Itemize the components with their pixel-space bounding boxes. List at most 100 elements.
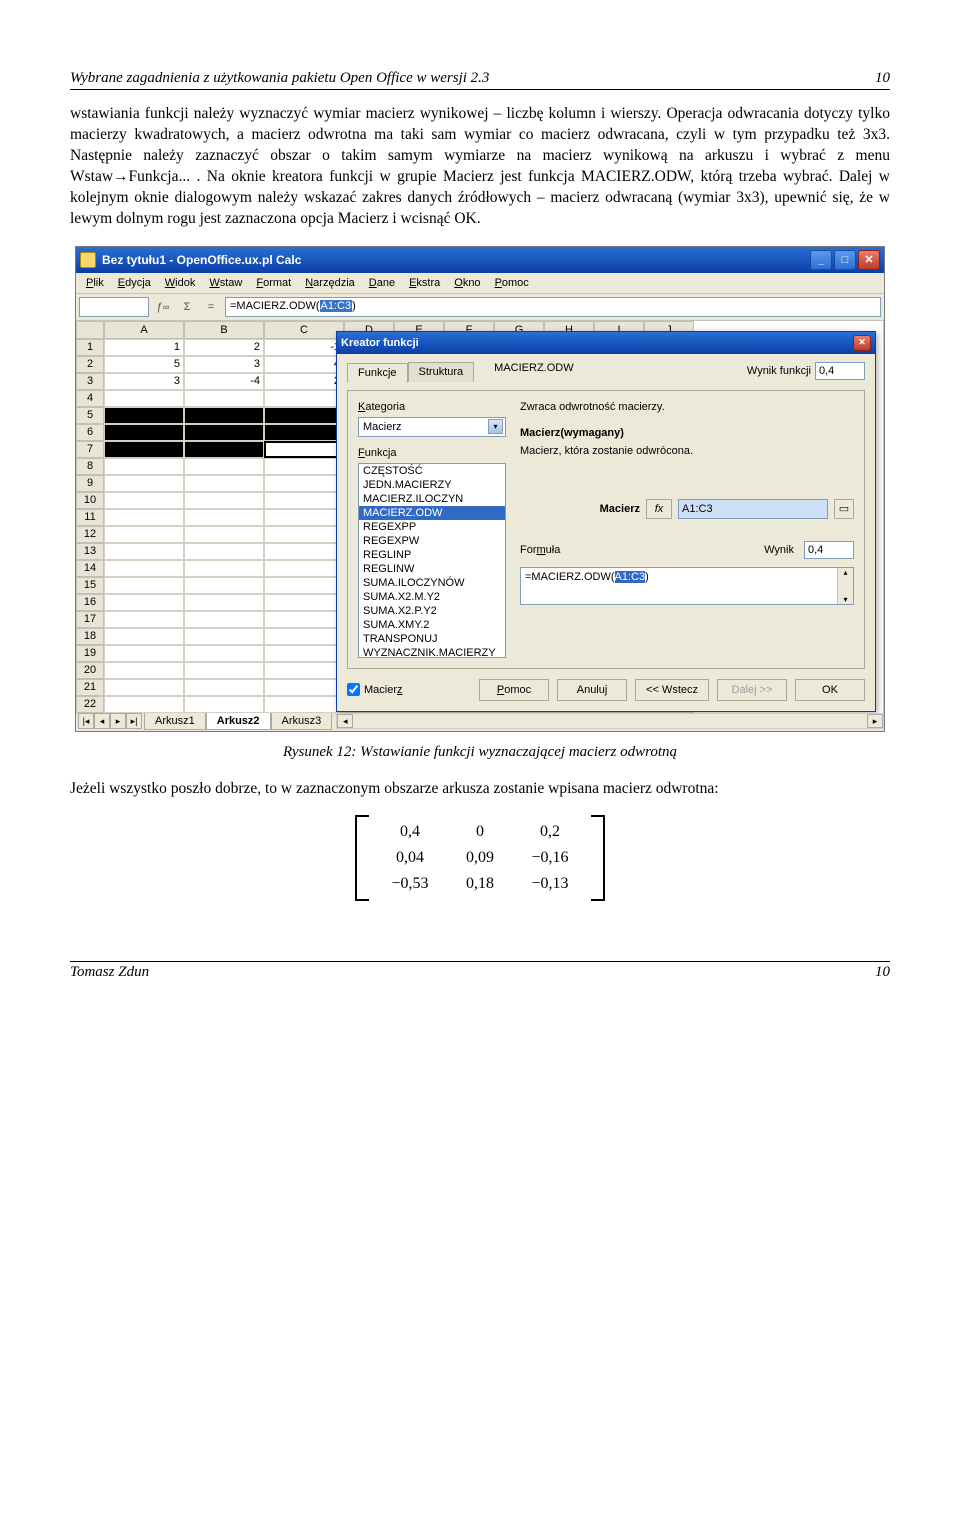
- row-header[interactable]: 7: [76, 441, 104, 458]
- cell[interactable]: [104, 577, 184, 594]
- menu-wstaw[interactable]: Wstaw: [203, 275, 248, 291]
- cell[interactable]: [184, 662, 264, 679]
- formula-box[interactable]: =MACIERZ.ODW(A1:C3) ▴▾: [520, 567, 854, 605]
- cell[interactable]: [264, 662, 344, 679]
- name-box[interactable]: [79, 297, 149, 317]
- menu-narzędzia[interactable]: Narzędzia: [299, 275, 361, 291]
- cell[interactable]: -1: [264, 339, 344, 356]
- function-list-item[interactable]: SUMA.X2.M.Y2: [359, 590, 505, 604]
- row-header[interactable]: 6: [76, 424, 104, 441]
- cell[interactable]: [264, 390, 344, 407]
- param-input[interactable]: [678, 499, 828, 519]
- cell[interactable]: [184, 594, 264, 611]
- function-list-item[interactable]: TRANSPONUJ: [359, 632, 505, 646]
- function-list-item[interactable]: JEDN.MACIERZY: [359, 478, 505, 492]
- cell[interactable]: [104, 475, 184, 492]
- row-header[interactable]: 12: [76, 526, 104, 543]
- row-header[interactable]: 8: [76, 458, 104, 475]
- row-header[interactable]: 2: [76, 356, 104, 373]
- cell[interactable]: [104, 424, 184, 441]
- cell[interactable]: [104, 543, 184, 560]
- maximize-button[interactable]: □: [834, 250, 856, 270]
- category-select[interactable]: Macierz ▾: [358, 417, 506, 437]
- column-header[interactable]: C: [264, 321, 344, 339]
- menu-edycja[interactable]: Edycja: [112, 275, 157, 291]
- menu-okno[interactable]: Okno: [448, 275, 486, 291]
- row-header[interactable]: 15: [76, 577, 104, 594]
- cell[interactable]: [104, 662, 184, 679]
- function-list-item[interactable]: SUMA.ILOCZYNÓW: [359, 576, 505, 590]
- cell[interactable]: [184, 492, 264, 509]
- titlebar[interactable]: Bez tytułu1 - OpenOffice.ux.pl Calc _ □ …: [76, 247, 884, 273]
- row-header[interactable]: 13: [76, 543, 104, 560]
- cell[interactable]: [104, 594, 184, 611]
- cell[interactable]: [184, 679, 264, 696]
- cell[interactable]: [264, 611, 344, 628]
- cell[interactable]: [184, 628, 264, 645]
- cell[interactable]: [184, 696, 264, 713]
- column-header[interactable]: A: [104, 321, 184, 339]
- tab-structure[interactable]: Struktura: [408, 362, 475, 382]
- tab-next-button[interactable]: ▸: [110, 713, 126, 729]
- menu-ekstra[interactable]: Ekstra: [403, 275, 446, 291]
- cell[interactable]: [264, 492, 344, 509]
- cell[interactable]: [264, 696, 344, 713]
- row-header[interactable]: 16: [76, 594, 104, 611]
- cell[interactable]: [184, 509, 264, 526]
- cell[interactable]: [264, 560, 344, 577]
- sheet-tab[interactable]: Arkusz2: [206, 712, 271, 730]
- cell[interactable]: 3: [104, 373, 184, 390]
- cell[interactable]: [104, 492, 184, 509]
- cell[interactable]: [184, 475, 264, 492]
- row-header[interactable]: 1: [76, 339, 104, 356]
- cell[interactable]: [104, 611, 184, 628]
- equals-icon[interactable]: =: [201, 297, 221, 317]
- menu-format[interactable]: Format: [250, 275, 297, 291]
- row-header[interactable]: 21: [76, 679, 104, 696]
- function-list-item[interactable]: REGEXPP: [359, 520, 505, 534]
- function-list-item[interactable]: REGEXPW: [359, 534, 505, 548]
- row-header[interactable]: 22: [76, 696, 104, 713]
- cell[interactable]: [184, 577, 264, 594]
- cell[interactable]: 5: [104, 356, 184, 373]
- matrix-checkbox[interactable]: Macierz: [347, 683, 403, 696]
- row-header[interactable]: 19: [76, 645, 104, 662]
- cell[interactable]: [104, 441, 184, 458]
- cell[interactable]: [184, 390, 264, 407]
- cell[interactable]: 4: [264, 356, 344, 373]
- row-header[interactable]: 17: [76, 611, 104, 628]
- scrollbar[interactable]: ▴▾: [837, 568, 853, 604]
- cancel-button[interactable]: Anuluj: [557, 679, 627, 701]
- formula-input[interactable]: =MACIERZ.ODW(A1:C3): [225, 297, 881, 317]
- back-button[interactable]: << Wstecz: [635, 679, 709, 701]
- close-button[interactable]: ✕: [858, 250, 880, 270]
- sheet-tab[interactable]: Arkusz3: [271, 712, 333, 730]
- cell[interactable]: [104, 696, 184, 713]
- cell[interactable]: 1: [104, 339, 184, 356]
- tab-prev-button[interactable]: ◂: [94, 713, 110, 729]
- function-list-item[interactable]: SUMA.XMY.2: [359, 618, 505, 632]
- cell[interactable]: [184, 458, 264, 475]
- cell[interactable]: -4: [184, 373, 264, 390]
- cell[interactable]: [104, 645, 184, 662]
- cell[interactable]: [104, 407, 184, 424]
- cell[interactable]: [104, 679, 184, 696]
- cell[interactable]: [104, 509, 184, 526]
- select-all-corner[interactable]: [76, 321, 104, 339]
- row-header[interactable]: 3: [76, 373, 104, 390]
- cell[interactable]: [184, 424, 264, 441]
- cell[interactable]: [184, 543, 264, 560]
- row-header[interactable]: 18: [76, 628, 104, 645]
- help-button[interactable]: Pomoc: [479, 679, 549, 701]
- function-list[interactable]: CZĘSTOŚĆJEDN.MACIERZYMACIERZ.ILOCZYNMACI…: [358, 463, 506, 658]
- function-list-item[interactable]: REGLINP: [359, 548, 505, 562]
- h-scrollbar[interactable]: ◂ ▸: [336, 713, 884, 729]
- row-header[interactable]: 5: [76, 407, 104, 424]
- menu-dane[interactable]: Dane: [363, 275, 401, 291]
- cell[interactable]: [264, 424, 344, 441]
- cell[interactable]: [264, 475, 344, 492]
- cell[interactable]: [184, 611, 264, 628]
- sigma-icon[interactable]: Σ: [177, 297, 197, 317]
- cell[interactable]: [264, 407, 344, 424]
- cell[interactable]: [264, 526, 344, 543]
